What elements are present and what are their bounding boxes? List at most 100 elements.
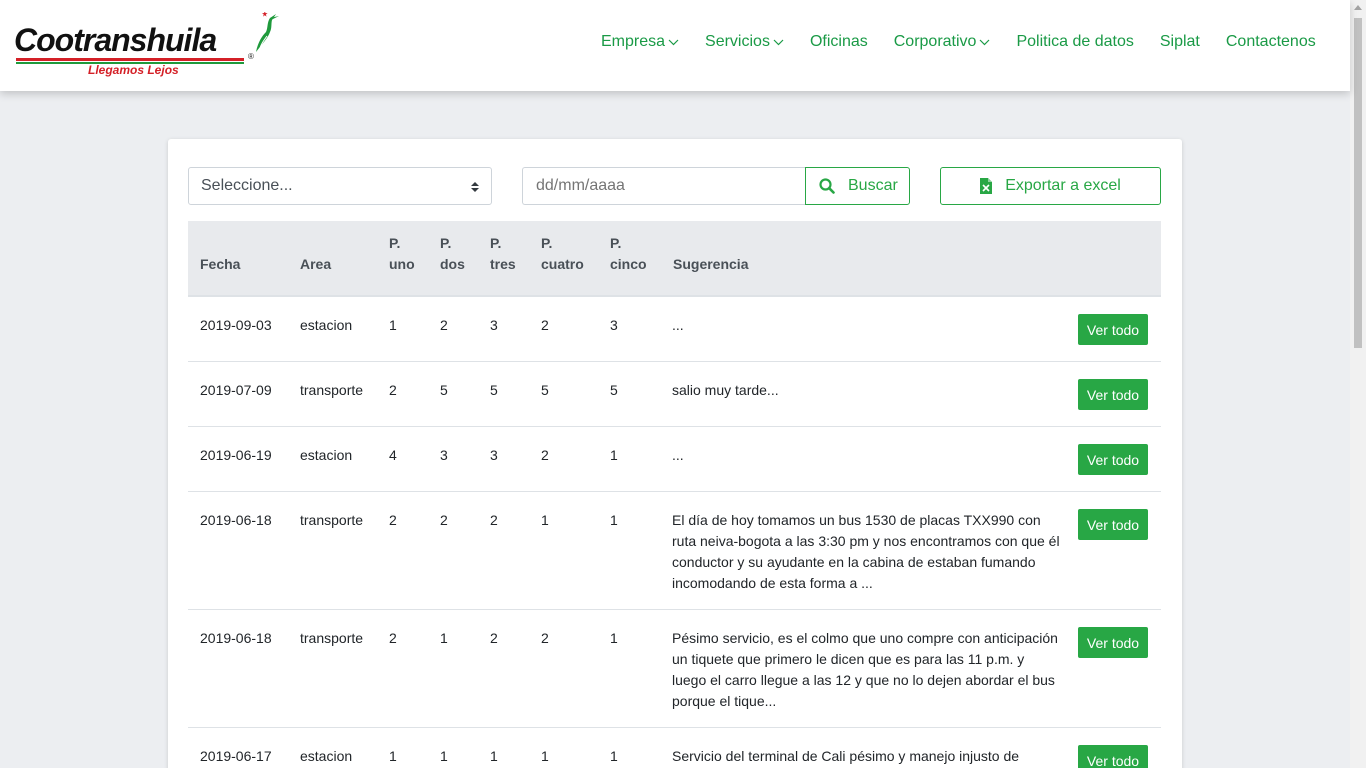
nav-item-label: Contactenos <box>1225 33 1316 50</box>
cell-p-dos: 2 <box>440 317 448 333</box>
cell-fecha: 2019-06-18 <box>200 512 272 528</box>
cell-p-cuatro: 5 <box>541 382 549 398</box>
search-icon <box>819 178 835 194</box>
cell-p-cinco: 1 <box>610 512 618 528</box>
cell-sugerencia: El día de hoy tomamos un bus 1530 de pla… <box>672 512 1060 591</box>
cell-sugerencia: Pésimo servicio, es el colmo que uno com… <box>672 630 1058 709</box>
cell-p-cuatro: 2 <box>541 447 549 463</box>
export-excel-button[interactable]: Exportar a excel <box>940 167 1161 205</box>
cell-p-cinco: 5 <box>610 382 618 398</box>
suggestions-table: Fecha Area P. uno P. dos P. tres P. cuatro P… <box>188 221 1161 768</box>
cell-p-dos: 5 <box>440 382 448 398</box>
ver-todo-button[interactable]: Ver todo <box>1078 379 1148 410</box>
cell-p-cinco: 3 <box>610 317 618 333</box>
header-suffix: dos <box>440 256 465 272</box>
column-header-p-cinco[interactable]: P. cinco <box>610 233 647 275</box>
header-prefix: P. <box>610 235 622 251</box>
suggestions-card: Seleccione... Buscar Exportar a excel Fe… <box>168 139 1182 768</box>
column-header-sugerencia[interactable]: Sugerencia <box>673 254 748 275</box>
cell-p-cuatro: 2 <box>541 630 549 646</box>
ver-todo-button[interactable]: Ver todo <box>1078 745 1148 768</box>
column-header-area[interactable]: Area <box>300 254 331 275</box>
nav-item-label: Oficinas <box>809 33 868 50</box>
logo-red-stripe <box>16 58 244 61</box>
cell-sugerencia: Servicio del terminal de Cali pésimo y m… <box>672 748 1020 764</box>
column-header-p-uno[interactable]: P. uno <box>389 233 415 275</box>
nav-item-politica-de-datos[interactable]: Politica de datos <box>1016 31 1133 53</box>
cell-area: transporte <box>300 382 364 398</box>
ver-todo-button[interactable]: Ver todo <box>1078 509 1148 540</box>
scroll-up-arrow-icon[interactable] <box>1354 5 1362 10</box>
nav-item-label: Empresa <box>601 33 666 50</box>
cell-area: estacion <box>300 447 353 463</box>
export-button-label: Exportar a excel <box>1005 177 1121 194</box>
cell-p-cuatro: 1 <box>541 748 549 764</box>
cell-p-uno: 2 <box>389 512 397 528</box>
nav-item-siplat[interactable]: Siplat <box>1160 31 1200 53</box>
logo-wordmark: Cootranshuila <box>14 22 217 58</box>
header-suffix: cinco <box>610 256 647 272</box>
column-header-p-dos[interactable]: P. dos <box>440 233 465 275</box>
nav-item-label: Corporativo <box>893 33 977 50</box>
table-row: 2019-06-19 estacion 4 3 3 2 1 ... Ver to… <box>188 427 1161 492</box>
cell-p-uno: 1 <box>389 748 397 764</box>
ver-todo-button[interactable]: Ver todo <box>1078 444 1148 475</box>
date-input[interactable] <box>522 167 806 205</box>
header-prefix: P. <box>440 235 452 251</box>
cell-p-dos: 1 <box>440 748 448 764</box>
ver-todo-button[interactable]: Ver todo <box>1078 627 1148 658</box>
cell-fecha: 2019-06-18 <box>200 630 272 646</box>
column-header-p-tres[interactable]: P. tres <box>490 233 516 275</box>
chevron-down-icon <box>668 39 679 46</box>
table-header: Fecha Area P. uno P. dos P. tres P. cuatro P… <box>188 221 1161 297</box>
chevron-down-icon <box>773 39 784 46</box>
table-row: 2019-07-09 transporte 2 5 5 5 5 salio mu… <box>188 362 1161 427</box>
nav-item-empresa[interactable]: Empresa <box>601 31 679 53</box>
page-scrollbar[interactable] <box>1350 0 1366 768</box>
cell-p-uno: 2 <box>389 382 397 398</box>
cell-p-cinco: 1 <box>610 748 618 764</box>
registered-mark: ® <box>248 52 254 61</box>
table-row: 2019-06-18 transporte 2 1 2 2 1 Pésimo s… <box>188 610 1161 728</box>
scrollbar-thumb[interactable] <box>1354 18 1362 348</box>
logo-slogan: Llegamos Lejos <box>88 63 179 77</box>
header-suffix: cuatro <box>541 256 584 272</box>
cell-p-uno: 1 <box>389 317 397 333</box>
table-row: 2019-06-17 estacion 1 1 1 1 1 Servicio d… <box>188 728 1161 768</box>
ver-todo-button[interactable]: Ver todo <box>1078 314 1148 345</box>
nav-item-contactenos[interactable]: Contactenos <box>1226 31 1316 53</box>
area-select[interactable]: Seleccione... <box>188 167 492 205</box>
nav-item-corporativo[interactable]: Corporativo <box>894 31 991 53</box>
column-header-p-cuatro[interactable]: P. cuatro <box>541 233 584 275</box>
cell-p-cuatro: 2 <box>541 317 549 333</box>
header-prefix: P. <box>490 235 502 251</box>
main-nav: Empresa Servicios Oficinas Corporativo P… <box>601 31 1316 53</box>
brand-logo[interactable]: Cootranshuila ® Llegamos Lejos <box>14 12 280 80</box>
column-header-fecha[interactable]: Fecha <box>200 254 240 275</box>
header-prefix: P. <box>541 235 553 251</box>
cell-p-uno: 2 <box>389 630 397 646</box>
site-header: Cootranshuila ® Llegamos Lejos Empresa S… <box>0 0 1350 91</box>
select-arrows-icon <box>471 182 479 192</box>
nav-item-label: Servicios <box>705 33 770 50</box>
cell-p-tres: 2 <box>490 512 498 528</box>
table-row: 2019-06-18 transporte 2 2 2 1 1 El día d… <box>188 492 1161 610</box>
table-row: 2019-09-03 estacion 1 2 3 2 3 ... Ver to… <box>188 297 1161 362</box>
heron-icon <box>256 12 279 52</box>
search-button[interactable]: Buscar <box>805 167 910 205</box>
cell-area: transporte <box>300 630 364 646</box>
cell-p-cinco: 1 <box>610 630 618 646</box>
nav-item-label: Politica de datos <box>1016 33 1134 50</box>
cell-p-dos: 3 <box>440 447 448 463</box>
cell-fecha: 2019-06-19 <box>200 447 272 463</box>
excel-file-icon <box>980 178 993 194</box>
cell-p-cuatro: 1 <box>541 512 549 528</box>
header-suffix: tres <box>490 256 516 272</box>
header-suffix: uno <box>389 256 415 272</box>
nav-item-oficinas[interactable]: Oficinas <box>810 31 868 53</box>
nav-item-servicios[interactable]: Servicios <box>705 31 784 53</box>
cell-p-uno: 4 <box>389 447 397 463</box>
cell-p-tres: 3 <box>490 317 498 333</box>
cell-area: estacion <box>300 748 353 764</box>
search-button-label: Buscar <box>848 177 898 194</box>
